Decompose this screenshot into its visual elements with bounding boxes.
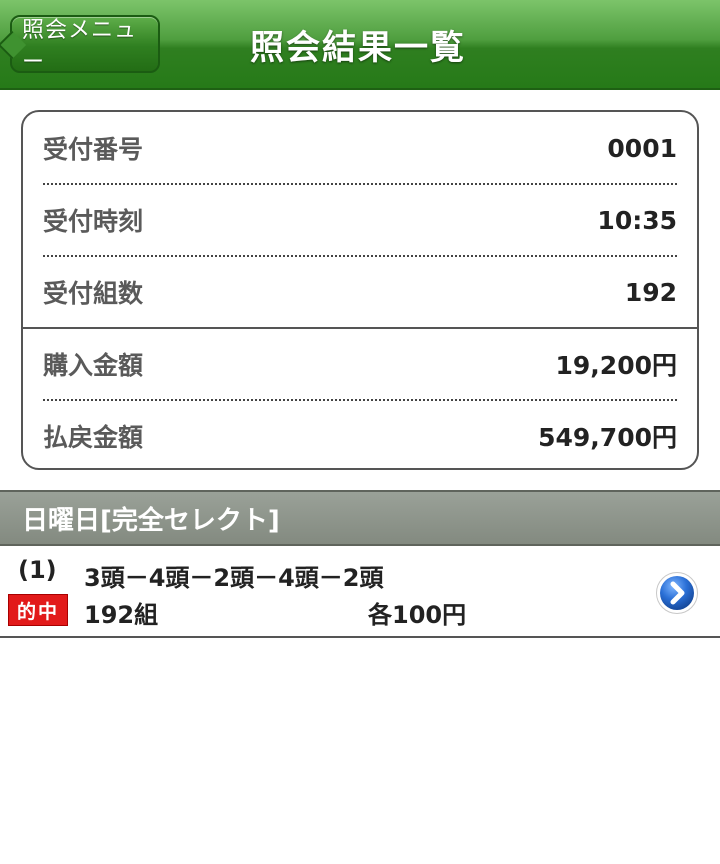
result-unit-price: 各100円 xyxy=(368,601,467,629)
reception-number-label: 受付番号 xyxy=(43,135,144,164)
reception-time-label: 受付時刻 xyxy=(43,207,144,236)
reception-number-value: 0001 xyxy=(607,133,677,163)
hit-badge: 的中 xyxy=(8,594,68,626)
reception-time-row: 受付時刻 10:35 xyxy=(43,184,677,256)
result-item[interactable]: (1) 3頭－4頭－2頭－4頭－2頭 的中 192組 各100円 xyxy=(0,546,720,638)
reception-count-value: 192 xyxy=(624,277,677,307)
header-bar: 照会メニュー 照会結果一覧 xyxy=(0,0,720,90)
payout-amount-row: 払戻金額 549,700円 xyxy=(43,400,677,468)
reception-count-row: 受付組数 192 xyxy=(43,256,677,328)
back-menu-label: 照会メニュー xyxy=(22,18,138,75)
section-header: 日曜日[完全セレクト] xyxy=(0,490,720,546)
result-index: (1) xyxy=(18,556,57,584)
purchase-amount-value: 19,200円 xyxy=(555,351,677,380)
section-title: 日曜日[完全セレクト] xyxy=(22,505,280,536)
purchase-amount-label: 購入金額 xyxy=(43,351,144,380)
back-menu-button[interactable]: 照会メニュー xyxy=(10,15,160,75)
payout-amount-value: 549,700円 xyxy=(538,423,677,452)
payout-amount-label: 払戻金額 xyxy=(43,423,144,452)
reception-time-value: 10:35 xyxy=(597,205,677,235)
summary-card: 受付番号 0001 受付時刻 10:35 受付組数 192 購入金額 19,20… xyxy=(21,110,699,470)
reception-count-label: 受付組数 xyxy=(43,279,144,308)
result-combination: 3頭－4頭－2頭－4頭－2頭 xyxy=(84,564,384,592)
page-title: 照会結果一覧 xyxy=(250,27,466,68)
reception-number-row: 受付番号 0001 xyxy=(43,112,677,184)
purchase-amount-row: 購入金額 19,200円 xyxy=(43,328,677,400)
result-count: 192組 xyxy=(84,601,159,629)
chevron-right-circle-icon[interactable] xyxy=(655,571,699,615)
